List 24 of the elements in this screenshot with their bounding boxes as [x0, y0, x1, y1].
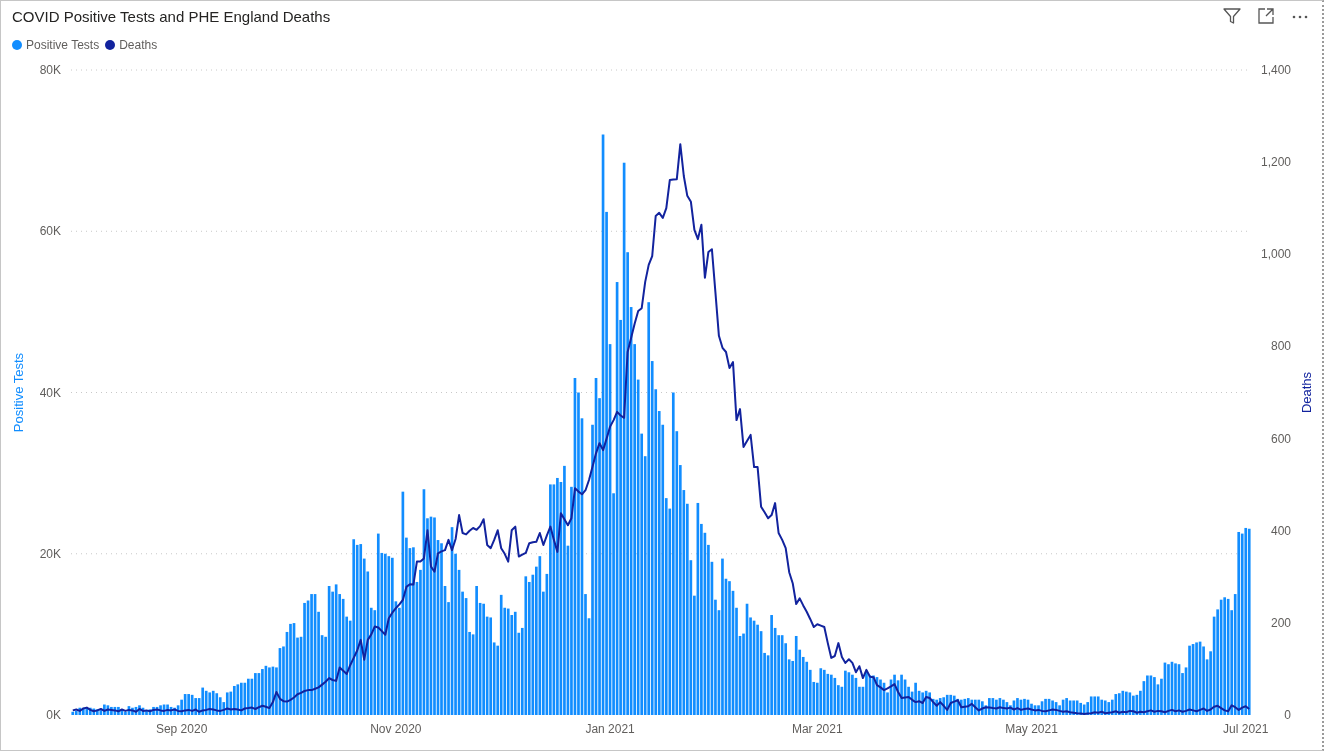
- x-axis-label: Mar 2021: [791, 722, 843, 736]
- legend-label[interactable]: Deaths: [119, 37, 158, 52]
- x-axis-label: Nov 2020: [370, 722, 422, 736]
- y-axis-label: 80K: [39, 63, 61, 77]
- legend-label[interactable]: Positive Tests: [26, 37, 100, 52]
- secondary-y-axis-label: 400: [1270, 523, 1291, 538]
- y-axis-label: 40K: [39, 385, 61, 400]
- x-axis-label: Jan 2021: [585, 722, 635, 736]
- x-axis-label: Sep 2020: [155, 722, 208, 736]
- y-axis-label: 0K: [46, 708, 61, 722]
- secondary-y-axis-label: 800: [1270, 339, 1291, 354]
- secondary-y-axis-label: 0: [1284, 708, 1291, 722]
- chart-title: COVID Positive Tests and PHE England Deaths: [12, 7, 331, 25]
- x-axis-label: May 2021: [1005, 722, 1058, 736]
- secondary-y-axis-title: Deaths: [1299, 371, 1314, 414]
- y-axis-label: 60K: [39, 224, 61, 239]
- y-axis-title: Positive Tests: [11, 352, 26, 433]
- secondary-y-axis-label: 200: [1270, 615, 1291, 630]
- y-axis-label: 20K: [39, 546, 61, 561]
- x-axis-label: Jul 2021: [1223, 722, 1269, 736]
- secondary-y-axis-label: 1,200: [1260, 155, 1291, 170]
- secondary-y-axis-label: 600: [1270, 431, 1291, 446]
- secondary-y-axis-label: 1,400: [1260, 63, 1291, 77]
- secondary-y-axis-label: 1,000: [1260, 247, 1291, 262]
